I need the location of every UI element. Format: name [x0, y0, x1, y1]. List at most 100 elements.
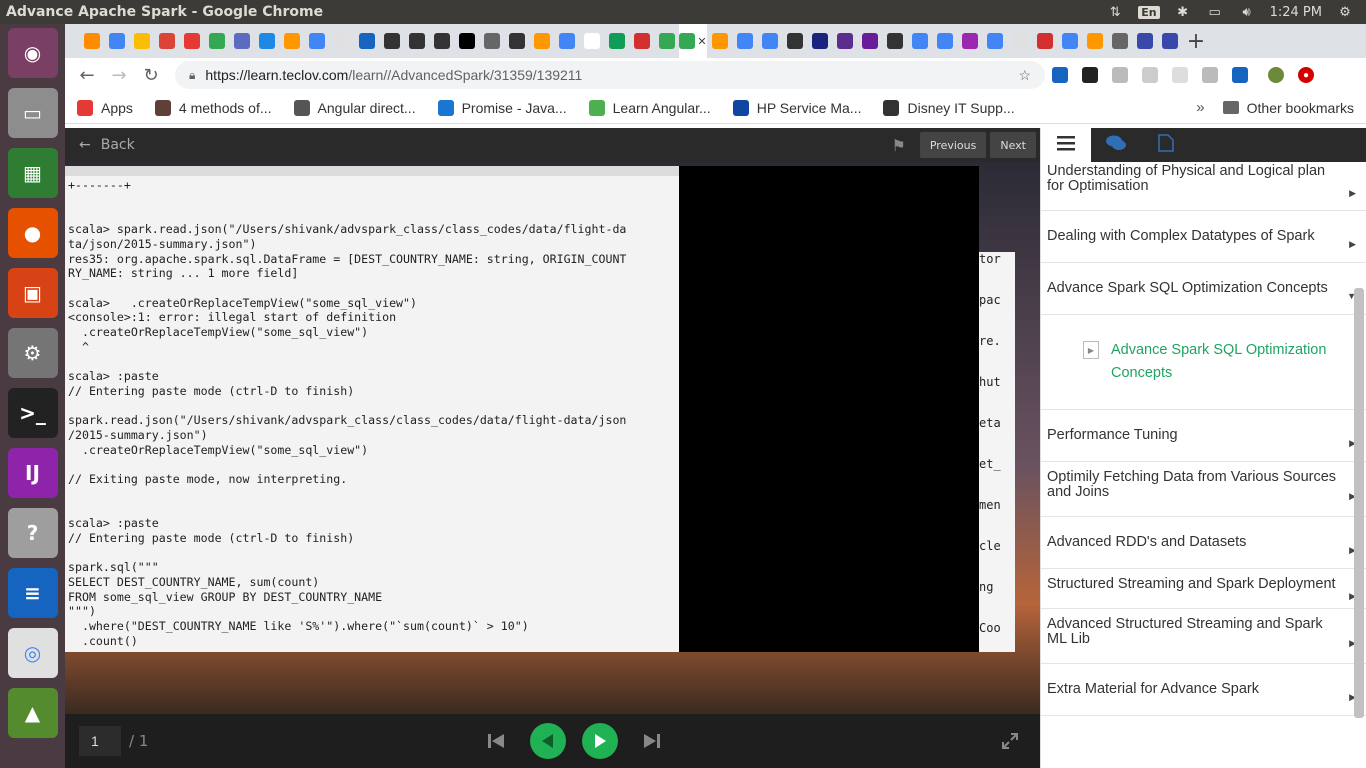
ubuntu-dash-icon[interactable]: ◉	[7, 28, 58, 78]
play-button[interactable]	[582, 723, 619, 759]
close-tab-icon[interactable]: ✕	[697, 35, 706, 48]
browser-tab[interactable]	[429, 24, 454, 58]
browser-tab[interactable]	[629, 24, 654, 58]
browser-tab[interactable]	[529, 24, 554, 58]
new-tab-button[interactable]: +	[1182, 24, 1210, 58]
browser-tab[interactable]	[154, 24, 179, 58]
extension-icon[interactable]	[1105, 60, 1135, 90]
browser-tab[interactable]	[857, 24, 882, 58]
browser-tab[interactable]	[907, 24, 932, 58]
reload-icon[interactable]: ↻	[135, 60, 167, 90]
browser-tab[interactable]	[604, 24, 629, 58]
bookmark-item[interactable]: Learn Angular...	[588, 99, 711, 116]
browser-tab[interactable]	[1032, 24, 1057, 58]
browser-tab[interactable]	[807, 24, 832, 58]
browser-tab[interactable]	[882, 24, 907, 58]
section-header[interactable]: Advanced RDD's and Datasets ▶	[1041, 517, 1366, 569]
browser-tab[interactable]	[404, 24, 429, 58]
scrollbar[interactable]	[1354, 288, 1364, 718]
page-number-input[interactable]	[79, 726, 121, 756]
browser-tab[interactable]	[732, 24, 757, 58]
section-header[interactable]: Advanced Structured Streaming and Spark …	[1041, 609, 1366, 664]
chrome-icon[interactable]: ◎	[7, 628, 58, 678]
browser-tab[interactable]	[932, 24, 957, 58]
spreadsheet-app-icon[interactable]: ▦	[7, 148, 58, 198]
browser-tab[interactable]	[279, 24, 304, 58]
browser-tab[interactable]	[304, 24, 329, 58]
browser-tab[interactable]	[1157, 24, 1182, 58]
extension-icon[interactable]	[1135, 60, 1165, 90]
rewind-button[interactable]	[530, 723, 567, 759]
bookmark-item[interactable]: Promise - Java...	[437, 99, 567, 116]
terminal-icon[interactable]: >_	[7, 388, 58, 438]
address-bar[interactable]: 🔒︎ https://learn.teclov.com/learn//Advan…	[175, 61, 1045, 89]
browser-tab[interactable]	[579, 24, 604, 58]
volume-icon[interactable]: 🔊︎	[1238, 5, 1256, 20]
profile-avatar[interactable]	[1261, 60, 1291, 90]
browser-tab[interactable]	[504, 24, 529, 58]
battery-icon[interactable]: ▭	[1206, 5, 1224, 20]
browser-tab[interactable]	[782, 24, 807, 58]
bookmark-star-icon[interactable]: ☆	[1018, 67, 1031, 84]
bookmark-item[interactable]: 4 methods of...	[154, 99, 272, 116]
browser-tab[interactable]	[129, 24, 154, 58]
unknown-app-icon[interactable]: ?	[7, 508, 58, 558]
camera-icon[interactable]	[1195, 60, 1225, 90]
browser-tab[interactable]	[329, 24, 354, 58]
section-header[interactable]: Extra Material for Advance Spark ▶	[1041, 664, 1366, 716]
skip-to-end-icon[interactable]	[634, 723, 670, 759]
settings-gear-icon[interactable]: ⚙	[1336, 5, 1354, 20]
other-bookmarks-folder[interactable]: Other bookmarks	[1222, 100, 1354, 116]
clock[interactable]: 1:24 PM	[1270, 5, 1322, 20]
firefox-icon[interactable]: ●	[7, 208, 58, 258]
tab-notes[interactable]	[1141, 128, 1191, 162]
tab-discussion[interactable]	[1091, 128, 1141, 162]
section-header[interactable]: Optimily Fetching Data from Various Sour…	[1041, 462, 1366, 517]
browser-tab[interactable]	[957, 24, 982, 58]
browser-tab[interactable]	[1057, 24, 1082, 58]
browser-tab[interactable]	[204, 24, 229, 58]
browser-tab[interactable]	[1082, 24, 1107, 58]
extension-icon[interactable]	[1075, 60, 1105, 90]
extension-icon[interactable]	[1165, 60, 1195, 90]
presentation-app-icon[interactable]: ▣	[7, 268, 58, 318]
browser-tab[interactable]	[104, 24, 129, 58]
browser-tab[interactable]	[982, 24, 1007, 58]
network-arrows-icon[interactable]: ⇅	[1106, 5, 1124, 20]
update-alert-icon[interactable]: ●	[1291, 60, 1321, 90]
section-header[interactable]: Understanding of Physical and Logical pl…	[1041, 162, 1366, 211]
text-document-app-icon[interactable]: ≡	[7, 568, 58, 618]
browser-tab[interactable]	[1107, 24, 1132, 58]
lock-icon[interactable]: 🔒︎	[189, 68, 195, 83]
section-header[interactable]: Structured Streaming and Spark Deploymen…	[1041, 569, 1366, 609]
skip-to-start-icon[interactable]	[478, 723, 514, 759]
system-settings-icon[interactable]: ⚙	[7, 328, 58, 378]
forward-arrow-icon[interactable]: →	[103, 60, 135, 90]
lesson-item-active[interactable]: ▶ Advance Spark SQL Optimization Concepts	[1041, 315, 1366, 410]
bookmark-item[interactable]: Disney IT Supp...	[883, 99, 1015, 116]
keyboard-language-indicator[interactable]: En	[1138, 5, 1160, 19]
section-header[interactable]: Dealing with Complex Datatypes of Spark ▶	[1041, 211, 1366, 263]
browser-tab[interactable]	[1007, 24, 1032, 58]
files-icon[interactable]: ▭	[7, 88, 58, 138]
browser-tab[interactable]	[229, 24, 254, 58]
tab-curriculum[interactable]	[1041, 128, 1091, 162]
bookmarks-overflow-button[interactable]: »	[1196, 99, 1204, 116]
browser-tab[interactable]	[179, 24, 204, 58]
image-viewer-icon[interactable]: ▲	[7, 688, 58, 738]
browser-tab[interactable]	[1132, 24, 1157, 58]
browser-tab[interactable]	[479, 24, 504, 58]
browser-tab[interactable]	[654, 24, 679, 58]
browser-tab[interactable]	[454, 24, 479, 58]
extension-icon[interactable]	[1045, 60, 1075, 90]
next-button[interactable]: Next	[990, 132, 1036, 158]
browser-tab[interactable]	[832, 24, 857, 58]
browser-tab[interactable]	[79, 24, 104, 58]
video-frame[interactable]: tor pac re. hut eta et_ men cle ng Coo +-------+ …	[65, 162, 1040, 714]
extension-icon[interactable]	[1225, 60, 1255, 90]
active-browser-tab[interactable]: ✕	[679, 24, 707, 58]
intellij-icon[interactable]: IJ	[7, 448, 58, 498]
browser-tab[interactable]	[354, 24, 379, 58]
back-button[interactable]: ← Back	[65, 137, 135, 153]
bluetooth-icon[interactable]: ✱	[1174, 5, 1192, 20]
